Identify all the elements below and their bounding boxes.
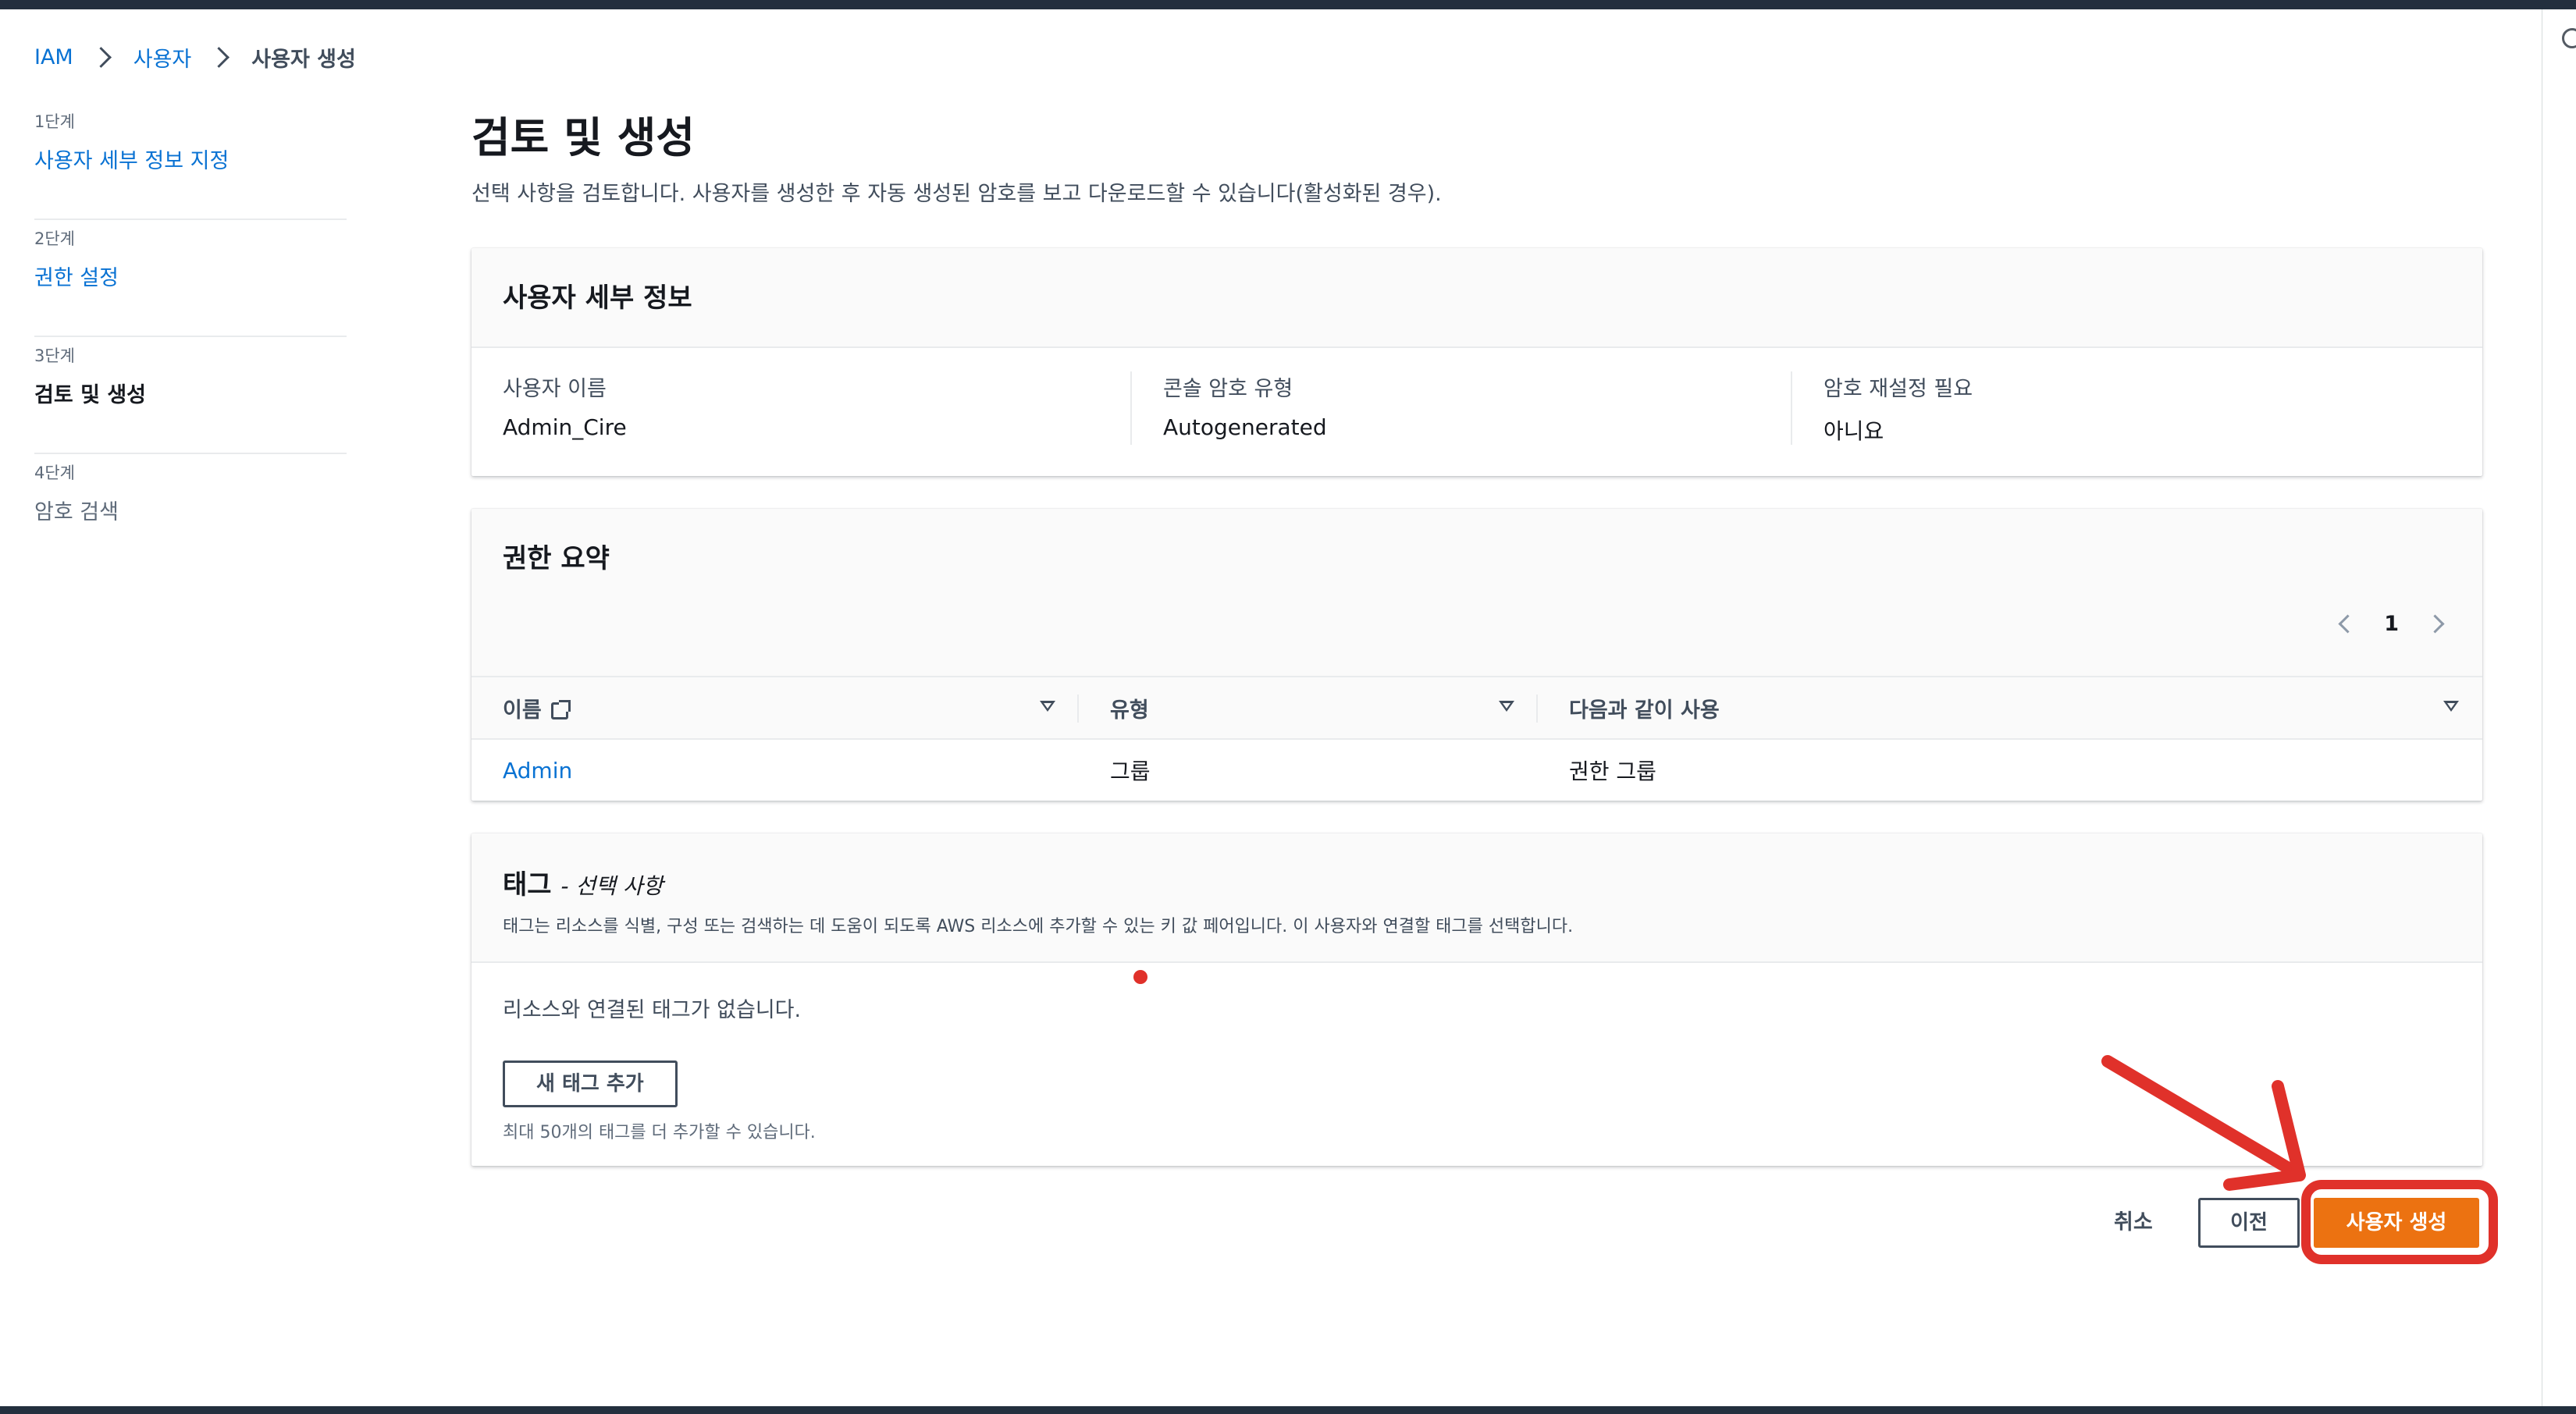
column-header-name[interactable]: 이름 [471, 676, 1079, 740]
help-icon[interactable] [2562, 28, 2576, 48]
breadcrumb-users[interactable]: 사용자 [133, 42, 192, 73]
add-tag-button[interactable]: 새 태그 추가 [503, 1060, 678, 1107]
permissions-summary-container: 권한 요약 1 이름 유형 다음과 같이 사용 Admin 그룹 권한 그룹 [471, 509, 2482, 801]
kv-user-name: 사용자 이름 Admin_Cire [503, 371, 1130, 445]
kv-value: Autogenerated [1163, 414, 1327, 440]
step-number: 2단계 [34, 229, 76, 248]
column-header-used-as[interactable]: 다음과 같이 사용 [1538, 676, 2482, 740]
pagination: 1 [2338, 612, 2445, 636]
step-number: 4단계 [34, 464, 76, 482]
page-number[interactable]: 1 [2384, 612, 2399, 636]
step-number: 1단계 [34, 112, 76, 131]
container-header: 사용자 세부 정보 [471, 248, 2482, 348]
step-link-permissions[interactable]: 권한 설정 [34, 261, 347, 291]
no-tags-message: 리소스와 연결된 태그가 없습니다. [503, 998, 802, 1022]
wizard-step-3: 3단계 검토 및 생성 [34, 337, 347, 454]
tags-title-row: 태그 - 선택 사항 [503, 863, 2451, 901]
step-retrieve-password: 암호 검색 [34, 500, 119, 524]
cursor-marker [1133, 970, 1147, 984]
external-link-icon [550, 699, 571, 719]
kv-value: 아니요 [1823, 418, 1884, 444]
kv-value: Admin_Cire [503, 414, 627, 440]
column-label: 이름 [503, 698, 542, 723]
tags-description: 태그는 리소스를 식별, 구성 또는 검색하는 데 도움이 되도록 AWS 리소… [503, 917, 1574, 936]
column-label: 유형 [1110, 698, 1149, 723]
container-header: 권한 요약 1 [471, 509, 2482, 676]
chevron-left-icon[interactable] [2338, 614, 2357, 634]
kv-label: 사용자 이름 [503, 377, 607, 401]
step-link-user-details[interactable]: 사용자 세부 정보 지정 [34, 144, 347, 174]
sort-icon[interactable] [2443, 701, 2459, 712]
page-title: 검토 및 생성 [471, 113, 695, 162]
column-label: 다음과 같이 사용 [1569, 698, 1720, 723]
tags-title: 태그 [503, 869, 552, 901]
permissions-table: 이름 유형 다음과 같이 사용 Admin 그룹 권한 그룹 [471, 676, 2482, 801]
user-details-container: 사용자 세부 정보 사용자 이름 Admin_Cire 콘솔 암호 유형 Aut… [471, 248, 2482, 476]
annotation-arrow-icon [2101, 1055, 2306, 1191]
kv-password-reset: 암호 재설정 필요 아니요 [1791, 371, 2451, 445]
sort-icon[interactable] [1040, 701, 1055, 712]
annotation-highlight-box [2301, 1180, 2498, 1264]
page-description: 선택 사항을 검토합니다. 사용자를 생성한 후 자동 생성된 암호를 보고 다… [471, 182, 1442, 206]
cell-name: Admin [471, 739, 1079, 801]
breadcrumb-iam[interactable]: IAM [34, 45, 73, 69]
sort-icon[interactable] [1499, 701, 1514, 712]
tags-optional-label: - 선택 사항 [560, 873, 664, 899]
permissions-summary-title: 권한 요약 [503, 543, 610, 574]
console-top-bar [0, 0, 2576, 9]
console-bottom-bar [0, 1406, 2576, 1414]
kv-label: 콘솔 암호 유형 [1163, 377, 1293, 401]
step-number: 3단계 [34, 346, 76, 365]
cell-used-as: 권한 그룹 [1569, 759, 1656, 784]
wizard-steps: 1단계 사용자 세부 정보 지정 2단계 권한 설정 3단계 검토 및 생성 4… [34, 103, 347, 571]
step-current-review: 검토 및 생성 [34, 383, 146, 407]
column-header-type[interactable]: 유형 [1079, 676, 1538, 740]
wizard-step-4: 4단계 암호 검색 [34, 454, 347, 571]
chevron-right-icon [90, 47, 112, 68]
key-value-row: 사용자 이름 Admin_Cire 콘솔 암호 유형 Autogenerated… [471, 348, 2482, 445]
user-details-title: 사용자 세부 정보 [503, 282, 692, 314]
kv-console-password-type: 콘솔 암호 유형 Autogenerated [1130, 371, 1791, 445]
chevron-right-icon[interactable] [2425, 614, 2445, 634]
policy-link-admin[interactable]: Admin [503, 758, 572, 783]
container-header: 태그 - 선택 사항 태그는 리소스를 식별, 구성 또는 검색하는 데 도움이… [471, 833, 2482, 963]
breadcrumb: IAM 사용자 사용자 생성 [34, 42, 356, 73]
wizard-step-2: 2단계 권한 설정 [34, 220, 347, 337]
cell-type: 그룹 [1110, 759, 1151, 784]
kv-label: 암호 재설정 필요 [1823, 377, 1973, 401]
table-row: Admin 그룹 권한 그룹 [471, 739, 2482, 801]
chevron-right-icon [208, 47, 230, 68]
wizard-step-1: 1단계 사용자 세부 정보 지정 [34, 103, 347, 220]
breadcrumb-current: 사용자 생성 [251, 48, 356, 72]
